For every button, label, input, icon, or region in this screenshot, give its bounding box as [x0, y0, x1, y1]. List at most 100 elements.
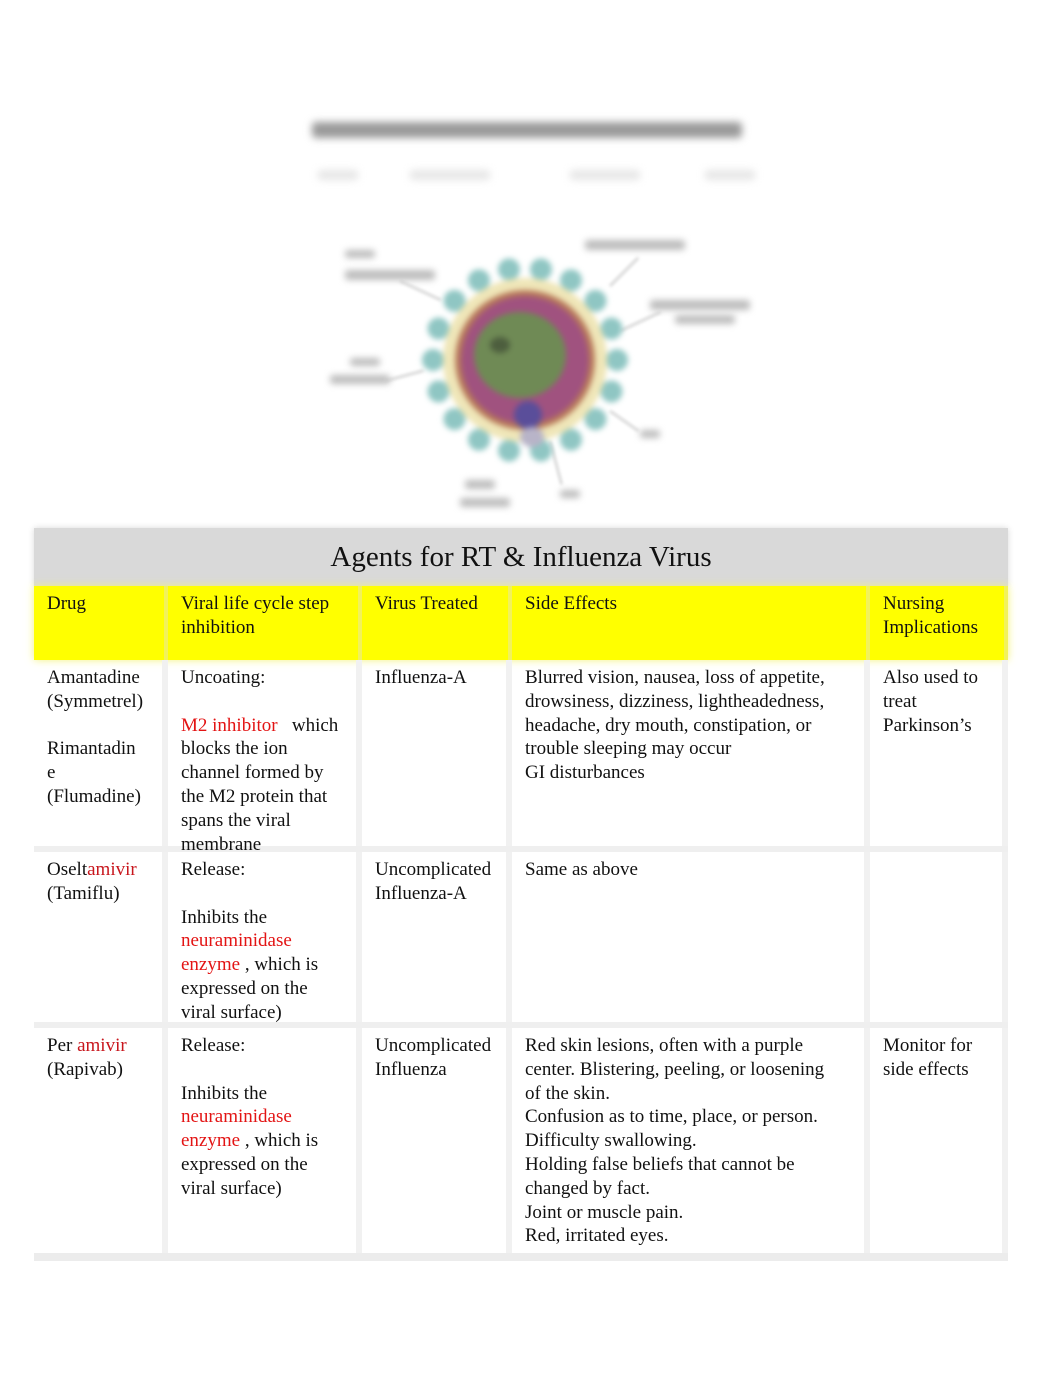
virus-cell: Uncomplicated Influenza [362, 1028, 512, 1253]
nursing-cell: Also used to treat Parkinson’s [870, 660, 1008, 846]
virus-budding [520, 427, 544, 447]
virus-surface-spike [600, 380, 623, 403]
drug-cell: Oseltamivir (Tamiflu) [34, 852, 168, 1022]
drug-name-suffix-highlight: amivir [77, 1035, 127, 1056]
side-effect-text: Red skin lesions, often with a purple [525, 1035, 804, 1056]
virus-surface-spike [422, 349, 444, 371]
table-row: Per amivir (Rapivab) Release: Inhibits t… [34, 1028, 1008, 1261]
side-effect-text: headache, dry mouth, constipation, or [525, 714, 812, 736]
side-effects-cell: Blurred vision, nausea, loss of appetite… [512, 660, 870, 846]
drug-name-prefix: Per [47, 1035, 73, 1056]
virus-cell: Uncomplicated Influenza-A [362, 852, 512, 1022]
antiviral-table: Agents for RT & Influenza Virus Drug Vir… [34, 528, 1008, 1261]
table-row: Oseltamivir (Tamiflu) Release: Inhibits … [34, 852, 1008, 1028]
figure-label [650, 300, 750, 310]
virus-cell: Influenza-A [362, 660, 512, 846]
figure-subtitle-blurred [705, 170, 755, 180]
virus-surface-spike [498, 258, 521, 281]
drug-brand: (Flumadine) [47, 785, 141, 807]
drug-name-wrap: e [47, 762, 56, 784]
figure-label [640, 430, 660, 438]
figure-label [675, 315, 735, 324]
step-text: which [291, 714, 339, 736]
step-label: Uncoating: [181, 667, 266, 688]
virus-surface-spike [427, 317, 450, 340]
step-text: viral surface) [181, 1177, 282, 1199]
step-text: expressed on the [181, 1153, 308, 1175]
step-label: Release: [181, 859, 246, 880]
virus-surface-spike [427, 380, 450, 403]
step-cell: Release: Inhibits the neuraminidase enzy… [168, 1028, 362, 1253]
step-text: Inhibits the [181, 906, 268, 928]
virus-diagram [422, 258, 628, 462]
drug-cell: Per amivir (Rapivab) [34, 1028, 168, 1253]
drug-brand: (Rapivab) [47, 1058, 123, 1080]
nursing-text: Parkinson’s [883, 714, 972, 736]
column-header-virus: Virus Treated [362, 586, 512, 660]
figure-label [585, 240, 685, 250]
nursing-text: Also used to [883, 667, 978, 688]
virus-treated: Influenza-A [375, 882, 467, 904]
highlighted-term: enzyme [181, 954, 241, 976]
figure-label [465, 480, 495, 489]
figure-label [345, 250, 375, 258]
virus-surface-spike [529, 258, 552, 281]
virus-treated: Influenza-A [375, 667, 467, 688]
virus-surface-spike [498, 439, 521, 462]
side-effects-cell: Red skin lesions, often with a purple ce… [512, 1028, 870, 1253]
side-effect-text: of the skin. [525, 1082, 610, 1104]
drug-cell: Amantadine (Symmetrel) Rimantadin e (Flu… [34, 660, 168, 846]
step-label: Release: [181, 1035, 246, 1056]
column-header-nursing: Nursing Implications [870, 586, 1008, 660]
step-text: Inhibits the [181, 1082, 268, 1104]
figure-subtitle-blurred [570, 170, 640, 180]
drug-brand: (Symmetrel) [47, 690, 144, 712]
nursing-cell: Monitor for side effects [870, 1028, 1008, 1253]
step-text: , which is [244, 954, 319, 976]
step-text: blocks the ion [181, 738, 288, 760]
step-text: channel formed by [181, 762, 324, 784]
virus-treated: Uncomplicated [375, 859, 492, 880]
side-effect-text: center. Blistering, peeling, or loosenin… [525, 1058, 825, 1080]
step-text: viral surface) [181, 1001, 282, 1023]
nursing-text: treat [883, 690, 917, 712]
side-effect-text: Difficulty swallowing. [525, 1130, 697, 1152]
table-title: Agents for RT & Influenza Virus [34, 528, 1008, 586]
drug-name: Amantadine [47, 667, 140, 688]
figure-subtitle-blurred [410, 170, 490, 180]
nursing-text: Monitor for [883, 1035, 973, 1056]
side-effects-cell: Same as above [512, 852, 870, 1022]
virus-treated: Uncomplicated [375, 1035, 492, 1056]
highlighted-term: enzyme [181, 1130, 241, 1152]
side-effect-text: Red, irritated eyes. [525, 1225, 669, 1247]
drug-name-prefix: Oselt [47, 859, 88, 880]
side-effect-text: drowsiness, dizziness, lightheadedness, [525, 690, 825, 712]
step-text: spans the viral [181, 809, 291, 831]
side-effect-text: Blurred vision, nausea, loss of appetite… [525, 667, 825, 688]
drug-name: Rimantadin [47, 738, 136, 760]
nursing-text: side effects [883, 1058, 969, 1080]
virus-treated: Influenza [375, 1058, 447, 1080]
side-effect-text: trouble sleeping may occur [525, 738, 732, 760]
side-effect-text: GI disturbances [525, 762, 645, 784]
drug-brand: (Tamiflu) [47, 882, 120, 904]
virus-surface-spike [606, 349, 628, 371]
side-effect-text: changed by fact. [525, 1177, 651, 1199]
virus-core [474, 312, 566, 398]
side-effect-text: Confusion as to time, place, or person. [525, 1106, 818, 1128]
step-text: expressed on the [181, 977, 308, 999]
figure-label [350, 358, 380, 366]
drug-name-suffix-highlight: amivir [87, 859, 137, 880]
influenza-structure-figure [300, 100, 770, 520]
step-text: , which is [244, 1130, 319, 1152]
virus-polymerase [514, 401, 542, 429]
figure-title-blurred [312, 122, 742, 138]
column-header-drug: Drug [34, 586, 168, 660]
figure-label [330, 375, 390, 384]
column-header-side-effects: Side Effects [512, 586, 870, 660]
figure-label [560, 490, 580, 498]
table-row: Amantadine (Symmetrel) Rimantadin e (Flu… [34, 660, 1008, 855]
side-effect-text: Holding false beliefs that cannot be [525, 1153, 795, 1175]
column-header-step: Viral life cycle step inhibition [168, 586, 362, 660]
highlighted-term: M2 inhibitor [181, 714, 278, 736]
